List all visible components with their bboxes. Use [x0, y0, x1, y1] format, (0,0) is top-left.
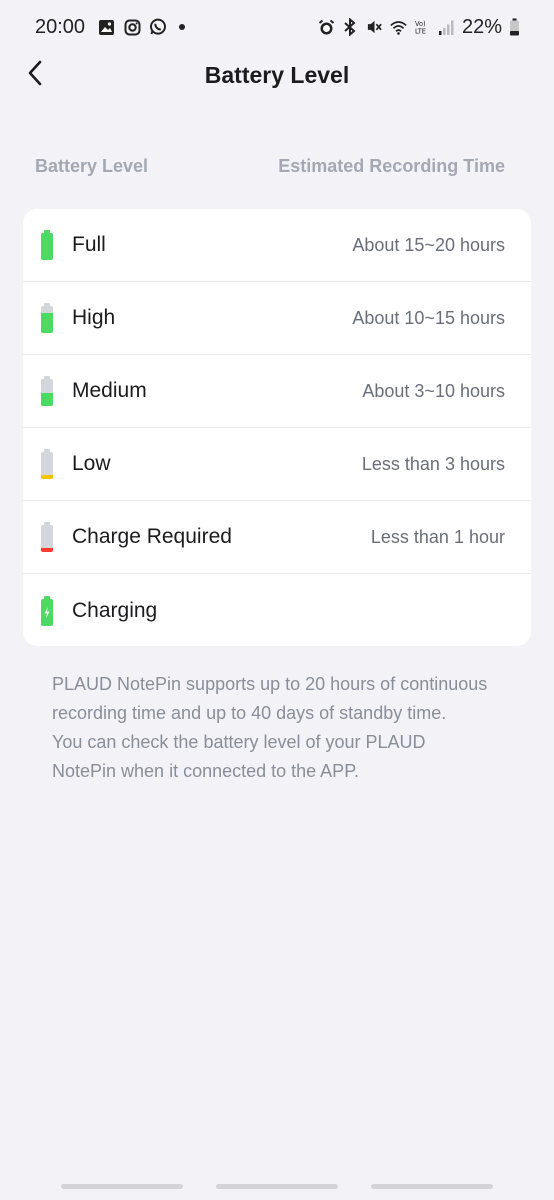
level-name: Charging — [72, 598, 158, 622]
level-time: About 15~20 hours — [352, 234, 505, 255]
level-time: About 10~15 hours — [352, 307, 505, 328]
nav-home-button[interactable] — [216, 1184, 338, 1189]
signal-icon — [438, 18, 455, 36]
level-name: Low — [72, 452, 111, 475]
alarm-icon — [318, 18, 335, 36]
gallery-icon — [97, 18, 115, 36]
status-bar: 20:00 Vo) LTE 22% — [0, 0, 554, 54]
whatsapp-icon — [149, 18, 167, 36]
battery-level-row: High About 10~15 hours — [23, 282, 531, 355]
battery-level-row: Charge Required Less than 1 hour — [23, 501, 531, 574]
info-note: PLAUD NotePin supports up to 20 hours of… — [52, 670, 492, 786]
level-time: Less than 3 hours — [361, 453, 505, 474]
header: Battery Level — [0, 54, 554, 96]
battery-level-row: Full About 15~20 hours — [23, 209, 531, 282]
notification-dot — [179, 24, 186, 30]
battery-icon — [41, 376, 53, 406]
level-time: About 3~10 hours — [362, 380, 505, 401]
level-time: Less than 1 hour — [370, 526, 505, 547]
battery-percent: 22% — [461, 15, 502, 38]
column-header-level: Battery Level — [35, 156, 149, 176]
system-nav-bar — [0, 1184, 554, 1192]
svg-text:LTE: LTE — [415, 28, 426, 36]
nav-recent-button[interactable] — [61, 1184, 183, 1189]
level-name: Medium — [72, 379, 147, 402]
nav-back-button[interactable] — [371, 1184, 493, 1189]
volte-icon: Vo) LTE — [414, 18, 431, 36]
level-name: High — [72, 306, 116, 329]
column-headers: Battery Level Estimated Recording Time — [35, 156, 505, 177]
wifi-icon — [390, 18, 407, 36]
battery-level-list: Full About 15~20 hours High About 10~15 hou… — [23, 209, 531, 646]
back-button[interactable] — [20, 58, 50, 92]
chevron-left-icon — [27, 60, 43, 91]
note-paragraph-1: PLAUD NotePin supports up to 20 hours of… — [52, 674, 488, 723]
battery-icon — [41, 230, 53, 260]
battery-level-row: Medium About 3~10 hours — [23, 355, 531, 428]
mute-icon — [366, 18, 383, 36]
battery-icon — [41, 303, 53, 333]
page-title: Battery Level — [204, 61, 350, 88]
battery-level-row: Charging — [23, 574, 531, 646]
battery-icon — [41, 522, 53, 552]
battery-icon — [509, 18, 520, 36]
battery-charging-icon — [41, 595, 53, 626]
column-header-time: Estimated Recording Time — [278, 156, 505, 176]
battery-level-row: Low Less than 3 hours — [23, 428, 531, 501]
battery-icon — [41, 449, 53, 479]
status-time: 20:00 — [35, 15, 86, 38]
bluetooth-icon — [342, 18, 359, 36]
instagram-icon — [123, 18, 141, 36]
level-name: Charge Required — [72, 525, 232, 548]
level-name: Full — [72, 233, 106, 256]
note-paragraph-2: You can check the battery level of your … — [52, 732, 426, 781]
